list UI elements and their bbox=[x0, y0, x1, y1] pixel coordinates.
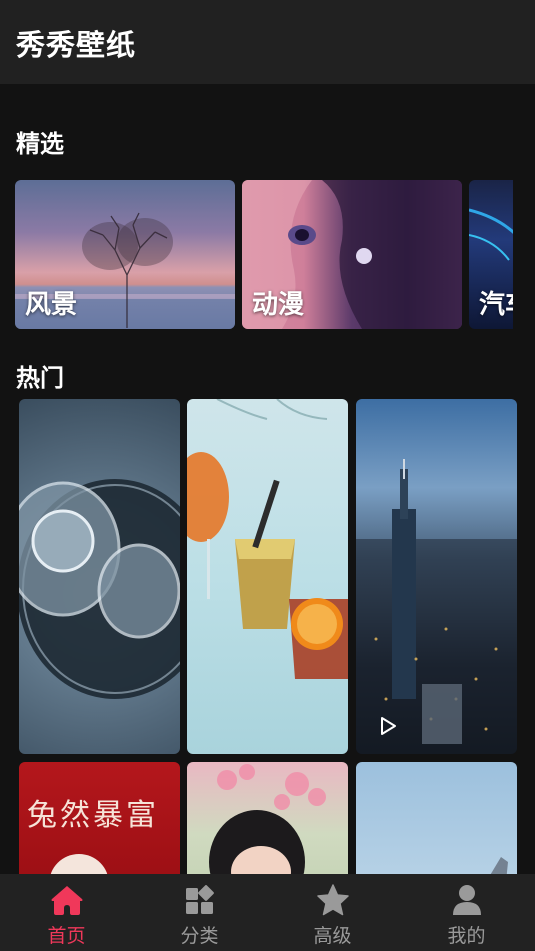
wallpaper-card[interactable]: 兔然暴富 bbox=[19, 762, 180, 882]
tab-label: 首页 bbox=[47, 925, 86, 947]
featured-card-landscape[interactable]: 风景 bbox=[15, 180, 235, 329]
tab-label: 我的 bbox=[447, 925, 486, 947]
tab-home[interactable]: 首页 bbox=[0, 874, 133, 951]
tab-label: 分类 bbox=[180, 925, 219, 947]
featured-carousel[interactable]: 风景 动漫 汽车 bbox=[15, 180, 513, 330]
featured-card-car[interactable]: 汽车 bbox=[469, 180, 513, 329]
tab-premium[interactable]: 高级 bbox=[266, 874, 399, 951]
play-icon bbox=[381, 717, 396, 735]
wallpaper-card[interactable] bbox=[19, 399, 180, 754]
featured-card-label: 动漫 bbox=[252, 290, 305, 320]
app-title: 秀秀壁纸 bbox=[16, 28, 137, 62]
wallpaper-thumbnail bbox=[209, 764, 326, 882]
featured-section-title: 精选 bbox=[16, 130, 64, 158]
wallpaper-card[interactable] bbox=[356, 762, 517, 882]
home-icon bbox=[51, 886, 82, 915]
wallpaper-artwork-text: 兔然暴富 bbox=[27, 798, 159, 833]
profile-icon bbox=[452, 885, 481, 915]
bottom-tab-bar: 首页 分类 高级 我的 bbox=[0, 874, 535, 951]
featured-card-label: 汽车 bbox=[479, 290, 513, 320]
wallpaper-card[interactable] bbox=[187, 399, 348, 754]
app-bar: 秀秀壁纸 bbox=[0, 0, 535, 84]
popular-section-title: 热门 bbox=[16, 364, 64, 392]
tab-label: 高级 bbox=[313, 925, 352, 947]
featured-card-label: 风景 bbox=[25, 290, 78, 320]
tab-category[interactable]: 分类 bbox=[133, 874, 266, 951]
wallpaper-thumbnail bbox=[19, 479, 180, 699]
featured-card-anime[interactable]: 动漫 bbox=[242, 180, 462, 329]
wallpaper-thumbnail bbox=[356, 459, 517, 754]
wallpaper-thumbnail bbox=[187, 399, 348, 679]
wallpaper-thumbnail bbox=[486, 857, 508, 882]
wallpaper-card[interactable] bbox=[187, 762, 348, 882]
star-icon bbox=[316, 884, 349, 916]
tab-profile[interactable]: 我的 bbox=[400, 874, 533, 951]
category-icon bbox=[185, 885, 214, 914]
video-wallpaper-card[interactable] bbox=[356, 399, 517, 754]
